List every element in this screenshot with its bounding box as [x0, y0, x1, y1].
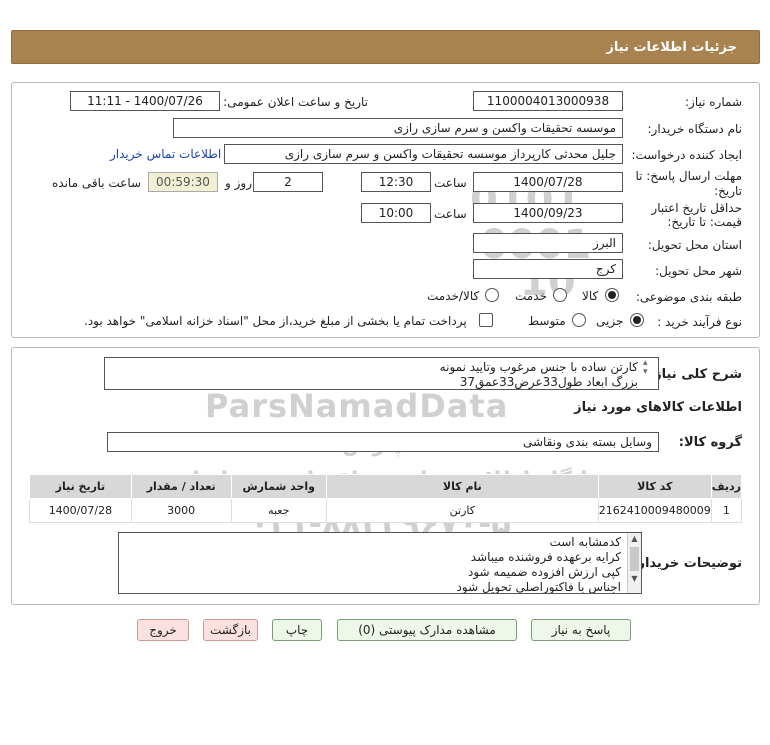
payment-note: پرداخت تمام یا بخشی از مبلغ خرید،از محل … — [84, 314, 467, 328]
deadline-time-label: ساعت — [434, 176, 467, 190]
price-validity-label-2: قیمت: تا تاریخ: — [667, 215, 742, 229]
buyer-note-line: کپی ارزش افزوده ضمیمه شود — [468, 565, 621, 579]
scroll-down-icon[interactable]: ▼ — [628, 573, 641, 585]
back-button[interactable]: بازگشت — [203, 619, 258, 641]
days-field: 2 — [253, 172, 323, 192]
description-line: کارتن ساده با جنس مرغوب وتایید نمونه — [439, 360, 638, 374]
buyer-org-field: موسسه تحقیقات واکسن و سرم سازی رازی — [173, 118, 623, 138]
price-time-field: 10:00 — [361, 203, 431, 223]
page-title: جزئیات اطلاعات نیاز — [11, 30, 760, 64]
description-textarea[interactable]: کارتن ساده با جنس مرغوب وتایید نمونه بزر… — [104, 357, 659, 390]
remaining-label: ساعت باقی مانده — [52, 176, 142, 190]
cell-name: کارتن — [325, 498, 599, 523]
category-option-goods: کالا — [582, 289, 599, 303]
col-row: ردیف — [710, 474, 743, 499]
page: جزئیات اطلاعات نیاز 0101 0001 10 شماره ن… — [0, 0, 770, 745]
col-date: تاریخ نیاز — [29, 474, 132, 499]
cell-unit: جعبه — [230, 498, 327, 523]
price-date-field: 1400/09/23 — [473, 203, 623, 223]
category-radio-service[interactable] — [553, 288, 567, 302]
announce-label: تاریخ و ساعت اعلان عمومی: — [223, 95, 368, 109]
resize-grip-icon[interactable]: ▴ ▾ — [643, 359, 648, 377]
print-button[interactable]: چاپ — [272, 619, 322, 641]
process-radio-minor[interactable] — [630, 313, 644, 327]
price-time-label: ساعت — [434, 207, 467, 221]
cell-date: 1400/07/28 — [29, 498, 132, 523]
view-attachments-button[interactable]: مشاهده مدارک پیوستی (0) — [337, 619, 517, 641]
col-unit: واحد شمارش — [230, 474, 327, 499]
category-option-service: خدمت — [515, 289, 547, 303]
cell-row: 1 — [710, 498, 743, 523]
treasury-checkbox[interactable] — [479, 313, 493, 327]
reply-button[interactable]: پاسخ به نیاز — [531, 619, 631, 641]
buyer-note-line: کدمشابه است — [549, 535, 621, 549]
buyer-note-line: اجناس با فاکتوراصلی تحویل شود — [456, 580, 621, 594]
deadline-date-field: 1400/07/28 — [473, 172, 623, 192]
col-qty: تعداد / مقدار — [130, 474, 232, 499]
category-radio-goods-service[interactable] — [485, 288, 499, 302]
goods-group-field: وسایل بسته بندی ونقاشی — [107, 432, 659, 452]
col-code: کد کالا — [597, 474, 712, 499]
category-option-goods-service: کالا/خدمت — [427, 289, 480, 303]
need-number-field: 1100004013000938 — [473, 91, 623, 111]
deadline-time-field: 12:30 — [361, 172, 431, 192]
scroll-thumb[interactable] — [630, 547, 639, 571]
goods-table: ردیف کد کالا نام کالا واحد شمارش تعداد /… — [29, 474, 743, 523]
goods-table-header: ردیف کد کالا نام کالا واحد شمارش تعداد /… — [29, 474, 743, 499]
days-label: روز و — [225, 176, 252, 190]
cell-code: 2162410009480009 — [597, 498, 712, 523]
buyer-notes-scrollbar[interactable]: ▲ ▼ — [627, 533, 641, 593]
cell-qty: 3000 — [130, 498, 232, 523]
creator-field: جلیل محدثی کارپرداز موسسه تحقیقات واکسن … — [224, 144, 623, 164]
table-row: 1 2162410009480009 کارتن جعبه 3000 1400/… — [29, 498, 743, 523]
buyer-org-label: نام دستگاه خریدار: — [647, 122, 743, 136]
buyer-notes-label: توضیحات خریدار: — [632, 556, 742, 571]
province-label: استان محل تحویل: — [647, 238, 742, 252]
col-name: نام کالا — [325, 474, 599, 499]
city-field: کرج — [473, 259, 623, 279]
goods-group-label: گروه کالا: — [678, 435, 742, 450]
deadline-label-2: تاریخ: — [714, 184, 742, 198]
scroll-up-icon[interactable]: ▲ — [628, 533, 641, 545]
need-number-label: شماره نیاز: — [685, 95, 742, 109]
buyer-notes-textarea[interactable]: کدمشابه است کرایه برعهده فروشنده میباشد … — [118, 532, 642, 594]
process-radio-medium[interactable] — [572, 313, 586, 327]
description-line: بزرگ ابعاد طول33عرض33عمق37 — [459, 375, 638, 389]
goods-section-title: اطلاعات کالاهای مورد نیاز — [574, 400, 742, 415]
buyer-note-line: کرایه برعهده فروشنده میباشد — [470, 550, 621, 564]
category-label: طبقه بندی موضوعی: — [635, 290, 742, 304]
province-field: البرز — [473, 233, 623, 253]
remaining-time-field: 00:59:30 — [148, 172, 218, 192]
process-label: نوع فرآیند خرید : — [657, 315, 742, 329]
description-label: شرح کلی نیاز: — [648, 367, 742, 382]
category-radio-goods[interactable] — [605, 288, 619, 302]
process-option-minor: جزیی — [596, 314, 624, 328]
city-label: شهر محل تحویل: — [655, 264, 742, 278]
announce-field: 1400/07/26 - 11:11 — [70, 91, 220, 111]
creator-label: ایجاد کننده درخواست: — [631, 148, 742, 162]
deadline-label-1: مهلت ارسال پاسخ: تا — [635, 169, 742, 183]
process-option-medium: متوسط — [528, 314, 566, 328]
contact-buyer-link[interactable]: اطلاعات تماس خریدار — [110, 147, 221, 161]
exit-button[interactable]: خروج — [137, 619, 189, 641]
